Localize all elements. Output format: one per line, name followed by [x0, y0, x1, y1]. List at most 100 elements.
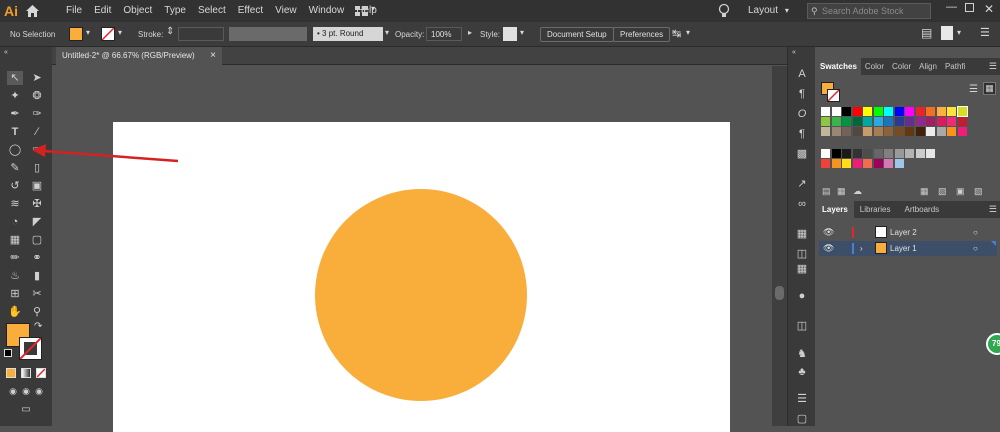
collapse-panel-icon[interactable]: « [792, 49, 796, 56]
perspective-grid-tool-icon[interactable]: ◤ [29, 215, 45, 229]
minimize-window-icon[interactable]: — [946, 1, 957, 13]
add-to-library-icon[interactable]: ☁ [853, 186, 862, 197]
artboard[interactable] [113, 122, 730, 432]
blend-tool-icon[interactable]: ⚭ [29, 251, 45, 265]
curvature-tool-icon[interactable]: ✑ [29, 107, 45, 121]
type-tool-icon[interactable]: T [7, 125, 23, 139]
layer-name[interactable]: Layer 2 [890, 225, 917, 240]
swatch-ff00ff[interactable] [905, 107, 914, 116]
swatch-options-icon[interactable]: ▦ [920, 186, 929, 197]
visibility-eye-icon[interactable]: 👁 [823, 241, 834, 256]
swatch-42210b[interactable] [915, 127, 925, 136]
chevron-down-icon[interactable]: ▾ [520, 28, 524, 37]
swatch-27aae1[interactable] [873, 117, 883, 126]
mesh-tool-icon[interactable]: ▦ [7, 233, 23, 247]
chevron-down-icon[interactable]: ▾ [957, 28, 961, 37]
pathfinder-panel-icon[interactable]: ◫ [794, 247, 810, 261]
new-swatch-icon[interactable]: ▣ [956, 186, 965, 197]
brush-definition[interactable]: • 3 pt. Round [313, 27, 383, 41]
swatch-0000ff[interactable] [894, 107, 904, 116]
stroke-panel-icon[interactable]: ☰ [794, 392, 810, 406]
color-mode-icon[interactable] [6, 368, 16, 378]
tab-artboards[interactable]: Artboards [896, 201, 947, 218]
home-icon[interactable] [22, 0, 42, 22]
screen-mode-icon[interactable]: ▭ [18, 403, 34, 417]
scale-tool-icon[interactable]: ▣ [29, 179, 45, 193]
scrollbar-thumb[interactable] [775, 286, 784, 300]
panel-menu-icon[interactable]: ☰ [989, 61, 997, 72]
transparency-panel-icon[interactable]: ● [794, 289, 810, 303]
symbol-sprayer-tool-icon[interactable]: ♨ [7, 269, 23, 283]
artboard-tool-icon[interactable]: ⊞ [7, 287, 23, 301]
gradient-panel-icon[interactable]: ▢ [794, 412, 810, 426]
visibility-eye-icon[interactable]: 👁 [823, 225, 834, 240]
target-icon[interactable]: ○ [973, 241, 978, 256]
delete-swatch-icon[interactable]: ▧ [974, 186, 983, 197]
list-view-icon[interactable]: ☰ [969, 84, 978, 95]
tab-color[interactable]: Color [861, 58, 888, 75]
swatch-9fc5e8[interactable] [894, 159, 904, 168]
swatch-8c6239[interactable] [884, 127, 893, 136]
stock-search-input[interactable]: ⚲ Search Adobe Stock [807, 3, 931, 19]
align-panel-icon[interactable]: ▤ [921, 26, 932, 40]
properties-panel-icon[interactable]: ▩ [794, 147, 810, 161]
opacity-input[interactable]: 100% [426, 27, 462, 41]
fill-swatch[interactable] [69, 27, 83, 41]
arrange-documents-icon[interactable] [355, 6, 368, 16]
chevron-right-icon[interactable]: ▸ [468, 28, 472, 37]
variable-width-profile[interactable] [229, 27, 307, 41]
menu-type[interactable]: Type [158, 0, 192, 22]
swatch-e8232a[interactable] [915, 107, 925, 116]
swatch-736357[interactable] [842, 127, 851, 136]
symbols-panel-icon[interactable]: ♞ [794, 347, 810, 361]
stroke-color-box[interactable] [19, 337, 42, 360]
expand-layer-icon[interactable]: › [860, 241, 863, 256]
menu-view[interactable]: View [269, 0, 303, 22]
swap-fill-stroke-icon[interactable]: ↷ [34, 321, 42, 332]
swatch-da1c5c[interactable] [936, 117, 946, 126]
new-color-group-icon[interactable]: ▧ [938, 186, 947, 197]
hand-tool-icon[interactable]: ✋ [7, 305, 23, 319]
swatch-ffffff[interactable] [831, 107, 841, 116]
rotate-tool-icon[interactable]: ↺ [7, 179, 23, 193]
show-swatch-kinds-icon[interactable]: ▦ [837, 186, 846, 197]
swatch-92278f[interactable] [915, 117, 925, 126]
magic-wand-tool-icon[interactable]: ✦ [7, 89, 23, 103]
brushes-panel-icon[interactable]: ♣ [794, 365, 810, 379]
swatch-e6e6e6[interactable] [926, 149, 935, 158]
swatch-8dc63f[interactable] [821, 117, 830, 126]
swatch-662d91[interactable] [905, 117, 914, 126]
swatch-fbb040[interactable] [936, 107, 946, 116]
swatch-cccccc[interactable] [915, 149, 925, 158]
vertical-scrollbar[interactable] [772, 66, 787, 426]
paragraph-panel-icon[interactable]: ¶ [794, 87, 810, 101]
swatch-1a1a1a[interactable] [842, 149, 851, 158]
character-panel-icon[interactable]: A [794, 67, 810, 81]
close-tab-icon[interactable]: × [210, 47, 216, 65]
swatch-603913[interactable] [905, 127, 914, 136]
swatch-9e1f63[interactable] [926, 117, 935, 126]
swatch-00a99d[interactable] [863, 117, 872, 126]
swatch-ee2a7b[interactable] [947, 117, 956, 126]
swatch-c2b59b[interactable] [821, 127, 830, 136]
tab-align[interactable]: Align [915, 58, 941, 75]
swatch-000000[interactable] [831, 149, 841, 158]
swatch-ffffff[interactable] [821, 149, 830, 158]
selection-tool-options-icon[interactable]: ↹ [672, 27, 681, 40]
lasso-tool-icon[interactable]: ❂ [29, 89, 45, 103]
target-icon[interactable]: ○ [973, 225, 978, 240]
maximize-window-icon[interactable] [965, 3, 974, 12]
swatch-f7941d[interactable] [947, 127, 956, 136]
menu-window[interactable]: Window [303, 0, 351, 22]
swatch-d7df23[interactable] [956, 106, 968, 117]
swatch-754c24[interactable] [894, 127, 904, 136]
swatch-39b54a[interactable] [831, 117, 841, 126]
layer-name[interactable]: Layer 1 [890, 241, 917, 256]
menu-select[interactable]: Select [192, 0, 232, 22]
menu-effect[interactable]: Effect [232, 0, 269, 22]
none-mode-icon[interactable] [36, 368, 46, 378]
tab-libraries[interactable]: Libraries [854, 201, 897, 218]
swatch-a67c52[interactable] [873, 127, 883, 136]
grid-view-icon[interactable]: ▦ [983, 82, 996, 95]
menu-edit[interactable]: Edit [88, 0, 117, 22]
